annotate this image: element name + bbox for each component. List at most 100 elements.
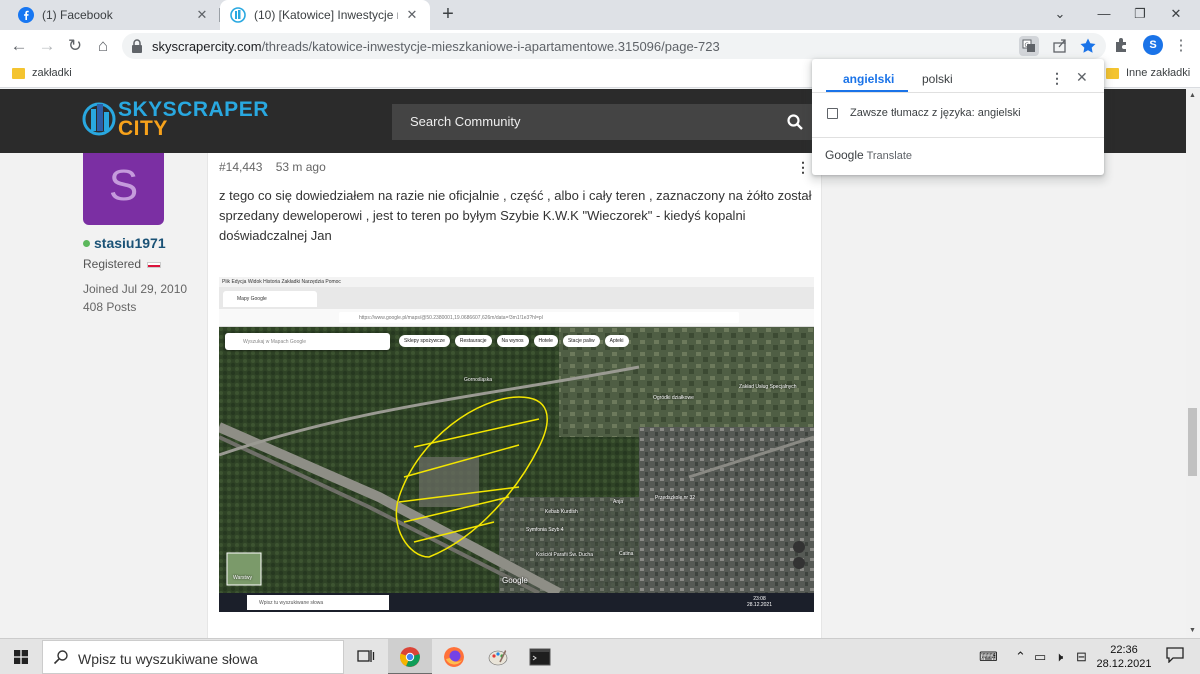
online-status-icon bbox=[83, 240, 90, 247]
map-label: Symfonia Szyb 4 bbox=[526, 527, 564, 533]
folder-icon bbox=[12, 67, 25, 79]
scroll-up-icon[interactable]: ▲ bbox=[1188, 92, 1197, 100]
more-options-icon[interactable]: ⋮ bbox=[1050, 70, 1064, 87]
close-window-button[interactable]: ✕ bbox=[1166, 4, 1186, 24]
map-label: Kebab Kurdish bbox=[545, 509, 578, 515]
home-icon[interactable]: ⌂ bbox=[92, 35, 114, 57]
notifications-icon[interactable] bbox=[1166, 647, 1184, 663]
post-number[interactable]: #14,443 bbox=[219, 160, 262, 174]
post-options-icon[interactable]: ⋮ bbox=[796, 159, 810, 176]
back-icon[interactable]: ← bbox=[8, 35, 30, 57]
embed-tab: Mapy Google bbox=[223, 291, 317, 307]
reload-icon[interactable]: ↻ bbox=[64, 35, 86, 57]
embed-taskbar: Wpisz tu wyszukiwane słowa 23:08 28.12.2… bbox=[219, 593, 814, 612]
map-label: Zakład Usług Specjalnych bbox=[739, 384, 797, 390]
always-translate-label[interactable]: Zawsze tłumacz z języka: angielski bbox=[850, 107, 1021, 119]
logo-text-bottom: CITY bbox=[118, 117, 168, 140]
author-role: Registered bbox=[83, 257, 142, 271]
author-joined: Joined Jul 29, 2010 bbox=[83, 282, 188, 296]
map-category-chips: Sklepy spożywcze Restauracje Na wynos Ho… bbox=[399, 335, 629, 347]
poland-flag-icon bbox=[147, 262, 161, 268]
taskbar-search[interactable]: Wpisz tu wyszukiwane słowa bbox=[42, 640, 344, 674]
thread-page: S stasiu1971 Registered Joined Jul 29, 2… bbox=[0, 153, 1200, 638]
bookmark-folder-zakladki[interactable]: zakładki bbox=[12, 67, 72, 79]
task-view-icon[interactable] bbox=[344, 639, 388, 674]
map-search-input: Wyszukaj w Mapach Google bbox=[225, 333, 390, 350]
map-label: Anja bbox=[613, 499, 624, 505]
scrollbar-thumb[interactable] bbox=[1188, 408, 1197, 476]
author-name[interactable]: stasiu1971 bbox=[94, 235, 166, 251]
minimize-button[interactable]: — bbox=[1094, 4, 1114, 24]
chrome-menu-icon[interactable]: ⋮ bbox=[1170, 35, 1192, 57]
close-tab-icon[interactable]: ✕ bbox=[404, 7, 420, 23]
tab-strip: (1) Facebook ✕ (10) [Katowice] Inwestycj… bbox=[0, 0, 1200, 30]
folder-icon bbox=[1106, 67, 1119, 79]
embed-url: https://www.google.pl/maps/@50.2380001,1… bbox=[339, 312, 739, 323]
facebook-icon bbox=[18, 7, 34, 23]
skyscrapercity-icon bbox=[230, 7, 246, 23]
clock-date: 28.12.2021 bbox=[1096, 658, 1152, 670]
chrome-taskbar-icon[interactable] bbox=[388, 639, 432, 674]
translate-icon[interactable]: G bbox=[1019, 36, 1039, 56]
avatar[interactable]: S bbox=[83, 153, 164, 225]
system-clock[interactable]: 22:36 28.12.2021 bbox=[1094, 643, 1154, 671]
tab-source-language[interactable]: angielski bbox=[843, 72, 894, 86]
embed-tab-strip: Mapy Google bbox=[219, 287, 814, 309]
map-label: Catina bbox=[619, 551, 634, 557]
divider bbox=[812, 92, 1104, 93]
chip: Apteki bbox=[604, 335, 629, 347]
profile-avatar[interactable]: S bbox=[1143, 35, 1163, 55]
post-image[interactable]: Plik Edycja Widok Historia Zakładki Narz… bbox=[219, 277, 814, 612]
chip: Na wynos bbox=[496, 335, 529, 347]
volume-icon[interactable]: 🕨 bbox=[1055, 649, 1063, 665]
keyboard-icon[interactable]: ⌨ bbox=[979, 649, 998, 665]
taskbar-search-placeholder: Wpisz tu wyszukiwane słowa bbox=[78, 651, 258, 667]
tab-title: (10) [Katowice] Inwestycje mieszk bbox=[254, 8, 398, 22]
maximize-button[interactable]: ❐ bbox=[1130, 4, 1150, 24]
google-watermark: Google bbox=[502, 576, 528, 585]
new-tab-button[interactable]: + bbox=[438, 4, 458, 26]
close-tab-icon[interactable]: ✕ bbox=[194, 7, 210, 23]
address-bar[interactable]: skyscrapercity.com/threads/katowice-inwe… bbox=[122, 33, 1106, 59]
skyscraper-logo-icon bbox=[82, 102, 116, 136]
site-logo[interactable]: SKYSCRAPER CITY bbox=[82, 97, 268, 141]
map-label: Warstwy bbox=[233, 575, 252, 581]
satellite-map: Wyszukaj w Mapach Google Sklepy spożywcz… bbox=[219, 327, 814, 593]
post-time: 53 m ago bbox=[275, 160, 326, 174]
tab-search-icon[interactable]: ⌄ bbox=[1050, 4, 1070, 24]
embed-toolbar: https://www.google.pl/maps/@50.2380001,1… bbox=[219, 309, 814, 327]
extensions-icon[interactable] bbox=[1113, 36, 1131, 54]
bookmark-star-icon[interactable] bbox=[1078, 36, 1098, 56]
community-search[interactable]: Search Community bbox=[392, 104, 812, 140]
language-icon[interactable]: ⊟ bbox=[1076, 649, 1087, 665]
post-card: #14,443 53 m ago ⋮ z tego co się dowiedz… bbox=[207, 153, 822, 638]
paint-taskbar-icon[interactable] bbox=[476, 639, 520, 674]
post-body: z tego co się dowiedziałem na razie nie … bbox=[219, 188, 812, 243]
terminal-taskbar-icon[interactable] bbox=[518, 639, 562, 674]
map-label: Przedszkole nr 32 bbox=[655, 495, 696, 501]
map-imagery bbox=[219, 327, 814, 593]
close-icon[interactable]: ✕ bbox=[1076, 69, 1088, 86]
bookmark-folder-other[interactable]: Inne zakładki bbox=[1106, 67, 1190, 79]
tab-target-language[interactable]: polski bbox=[922, 72, 953, 86]
tab-facebook[interactable]: (1) Facebook ✕ bbox=[8, 0, 220, 30]
author-post-count: 408 Posts bbox=[83, 300, 137, 314]
show-hidden-icons-icon[interactable]: ⌃ bbox=[1015, 649, 1026, 665]
post-meta: #14,443 53 m ago bbox=[219, 160, 336, 174]
divider bbox=[812, 137, 1104, 138]
lock-icon bbox=[132, 39, 142, 53]
chip: Sklepy spożywcze bbox=[399, 335, 450, 347]
forward-icon[interactable]: → bbox=[36, 35, 58, 57]
share-icon[interactable] bbox=[1050, 36, 1070, 56]
page-scrollbar[interactable] bbox=[1186, 89, 1200, 638]
browser-toolbar: ← → ↻ ⌂ skyscrapercity.com/threads/katow… bbox=[0, 30, 1200, 61]
translate-popup: angielski polski ⋮ ✕ Zawsze tłumacz z ję… bbox=[812, 59, 1104, 175]
network-icon[interactable]: ▭ bbox=[1034, 649, 1046, 665]
tab-skyscrapercity[interactable]: (10) [Katowice] Inwestycje mieszk ✕ bbox=[220, 0, 430, 30]
always-translate-checkbox[interactable] bbox=[827, 108, 838, 119]
search-icon[interactable] bbox=[786, 113, 804, 131]
windows-start-icon[interactable] bbox=[14, 650, 28, 664]
embed-taskbar-search: Wpisz tu wyszukiwane słowa bbox=[247, 595, 389, 610]
firefox-taskbar-icon[interactable] bbox=[432, 639, 476, 674]
scroll-down-icon[interactable]: ▼ bbox=[1188, 627, 1197, 635]
